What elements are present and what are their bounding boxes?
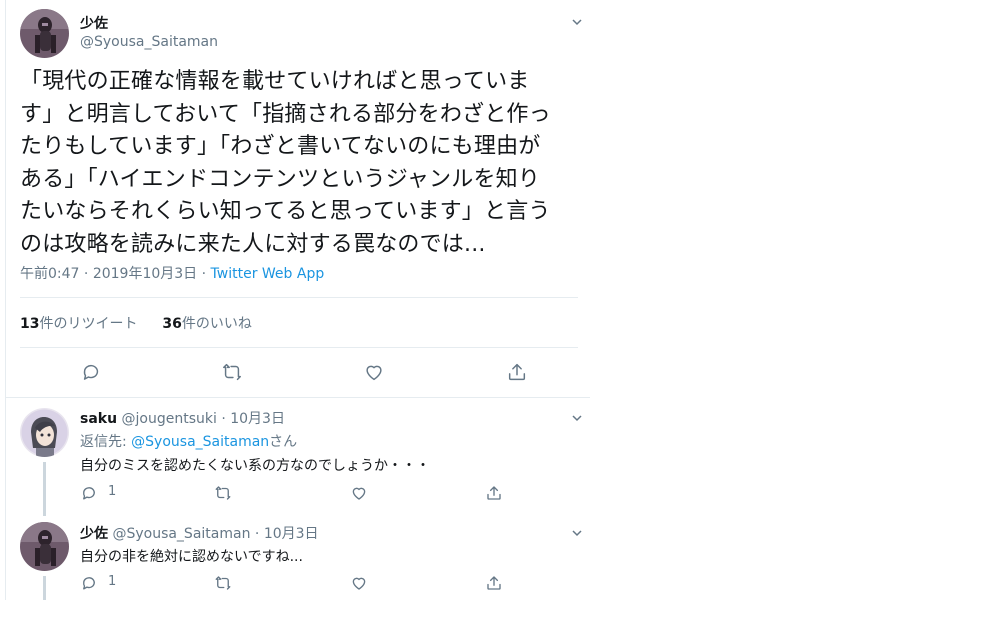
reply-to-suffix: さん xyxy=(269,434,298,450)
share-icon[interactable] xyxy=(485,574,503,592)
chevron-down-icon[interactable] xyxy=(570,14,584,28)
tweet-source-link[interactable]: Twitter Web App xyxy=(211,266,325,282)
author-name[interactable]: 少佐 xyxy=(80,13,108,33)
share-icon[interactable] xyxy=(485,484,503,502)
reply-text: 自分の非を絶対に認めないですね... xyxy=(80,549,303,565)
reply-to: 返信先: @Syousa_Saitamanさん xyxy=(80,431,297,451)
column-border xyxy=(5,0,6,600)
author-handle[interactable]: @Syousa_Saitaman xyxy=(80,34,218,50)
reply-header: saku @jougentsuki · 10月3日 xyxy=(80,408,285,428)
divider xyxy=(20,347,578,348)
like-icon[interactable] xyxy=(363,361,385,383)
retweet-icon[interactable] xyxy=(214,574,232,592)
like-label: 件のいいね xyxy=(181,316,252,332)
reply-icon[interactable] xyxy=(80,484,98,502)
reply-avatar[interactable] xyxy=(20,408,69,457)
tweet-timestamp: 午前0:47 · 2019年10月3日 · Twitter Web App xyxy=(20,263,324,283)
retweet-icon[interactable] xyxy=(221,361,243,383)
reply-to-prefix: 返信先: xyxy=(80,434,132,450)
tweet-time[interactable]: 午前0:47 xyxy=(20,266,79,282)
tweet-text-line: のは攻略を読みに来た人に対する罠なのでは... xyxy=(20,231,486,257)
reply-date[interactable]: 10月3日 xyxy=(230,411,285,427)
tweet-text-line: たりもしています」「わざと書いてないのにも理由が xyxy=(20,134,541,159)
reply-author-handle[interactable]: @jougentsuki xyxy=(122,411,217,427)
author-avatar[interactable] xyxy=(20,9,69,58)
tweet-text-line: ある」「ハイエンドコンテンツというジャンルを知り xyxy=(20,166,541,192)
tweet-stats: 13件のリツイート 36件のいいね xyxy=(20,313,252,333)
reply-author-handle[interactable]: @Syousa_Saitaman xyxy=(112,526,250,542)
retweet-count: 13 xyxy=(20,316,40,332)
like-icon[interactable] xyxy=(350,484,368,502)
tweet-date[interactable]: 2019年10月3日 xyxy=(93,266,197,282)
reply-text: 自分のミスを認めたくない系の方なのでしょうか・・・ xyxy=(80,458,430,474)
reply-to-handle[interactable]: @Syousa_Saitaman xyxy=(131,434,269,450)
reply-avatar[interactable] xyxy=(20,522,69,571)
tweet-text: 「現代の正確な情報を載せていければと思っていま す」と明言しておいて「指摘される… xyxy=(20,66,580,261)
reply-count: 1 xyxy=(108,484,117,499)
divider xyxy=(20,297,578,298)
tweet-text-line: す」と明言しておいて「指摘される部分をわざと作っ xyxy=(20,101,551,127)
divider xyxy=(6,397,590,398)
tweet-text-line: たいならそれくらい知ってると思っています」と言う xyxy=(20,199,551,224)
reply-icon[interactable] xyxy=(80,361,102,383)
like-stat[interactable]: 36件のいいね xyxy=(162,316,251,332)
meta-separator: · xyxy=(197,266,211,282)
retweet-label: 件のリツイート xyxy=(39,316,138,332)
meta-separator: · xyxy=(250,526,264,542)
thread-line xyxy=(43,462,46,516)
reply-icon[interactable] xyxy=(80,574,98,592)
reply-count: 1 xyxy=(108,574,117,589)
reply-date[interactable]: 10月3日 xyxy=(264,526,319,542)
like-count: 36 xyxy=(162,316,182,332)
reply-author-name[interactable]: saku xyxy=(80,411,117,427)
chevron-down-icon[interactable] xyxy=(570,525,584,539)
tweet-column: 少佐 @Syousa_Saitaman 「現代の正確な情報を載せていければと思っ… xyxy=(0,0,590,600)
retweet-stat[interactable]: 13件のリツイート xyxy=(20,316,137,332)
reply-header: 少佐 @Syousa_Saitaman · 10月3日 xyxy=(80,523,319,543)
meta-separator: · xyxy=(79,266,93,282)
like-icon[interactable] xyxy=(350,574,368,592)
thread-line xyxy=(43,576,46,600)
meta-separator: · xyxy=(216,411,231,427)
retweet-icon[interactable] xyxy=(214,484,232,502)
share-icon[interactable] xyxy=(506,361,528,383)
reply-author-name[interactable]: 少佐 xyxy=(80,526,108,542)
tweet-text-line: 「現代の正確な情報を載せていければと思っていま xyxy=(20,69,530,94)
chevron-down-icon[interactable] xyxy=(570,410,584,424)
